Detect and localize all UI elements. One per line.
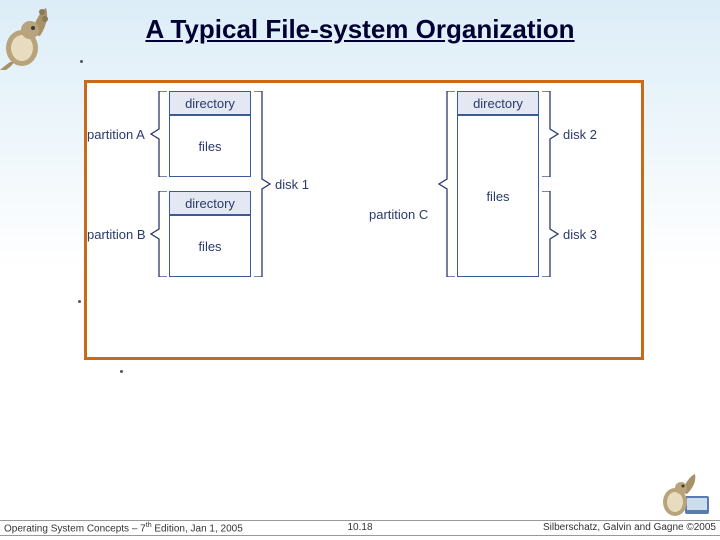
dino-icon (657, 472, 712, 522)
label-disk-2: disk 2 (563, 127, 597, 142)
bullet-dot (78, 300, 81, 303)
label-partition-c: partition C (369, 207, 428, 222)
label-disk-1: disk 1 (275, 177, 309, 192)
label-partition-b: partition B (87, 227, 146, 242)
footer-right: Silberschatz, Galvin and Gagne ©2005 (543, 522, 716, 533)
footer-bar: Operating System Concepts – 7th Edition,… (0, 520, 720, 536)
cell-directory-c: directory (457, 91, 539, 115)
cell-files-b: files (169, 215, 251, 277)
diagram-frame: directory files directory files partitio… (84, 80, 644, 360)
bullet-dot (120, 370, 123, 373)
label-partition-a: partition A (87, 127, 145, 142)
bracket-partition-b (149, 191, 169, 277)
bracket-disk-3 (540, 191, 560, 277)
slide-title: A Typical File-system Organization (0, 14, 720, 45)
cell-files-a: files (169, 115, 251, 177)
bracket-disk-2 (540, 91, 560, 177)
bracket-partition-a (149, 91, 169, 177)
cell-files-c: files (457, 115, 539, 277)
label-disk-3: disk 3 (563, 227, 597, 242)
cell-directory-b: directory (169, 191, 251, 215)
bracket-partition-c (437, 91, 457, 277)
dinosaur-mascot-bottom (657, 472, 712, 522)
bullet-dot (80, 60, 83, 63)
cell-directory-a: directory (169, 91, 251, 115)
bracket-disk-1 (252, 91, 272, 277)
